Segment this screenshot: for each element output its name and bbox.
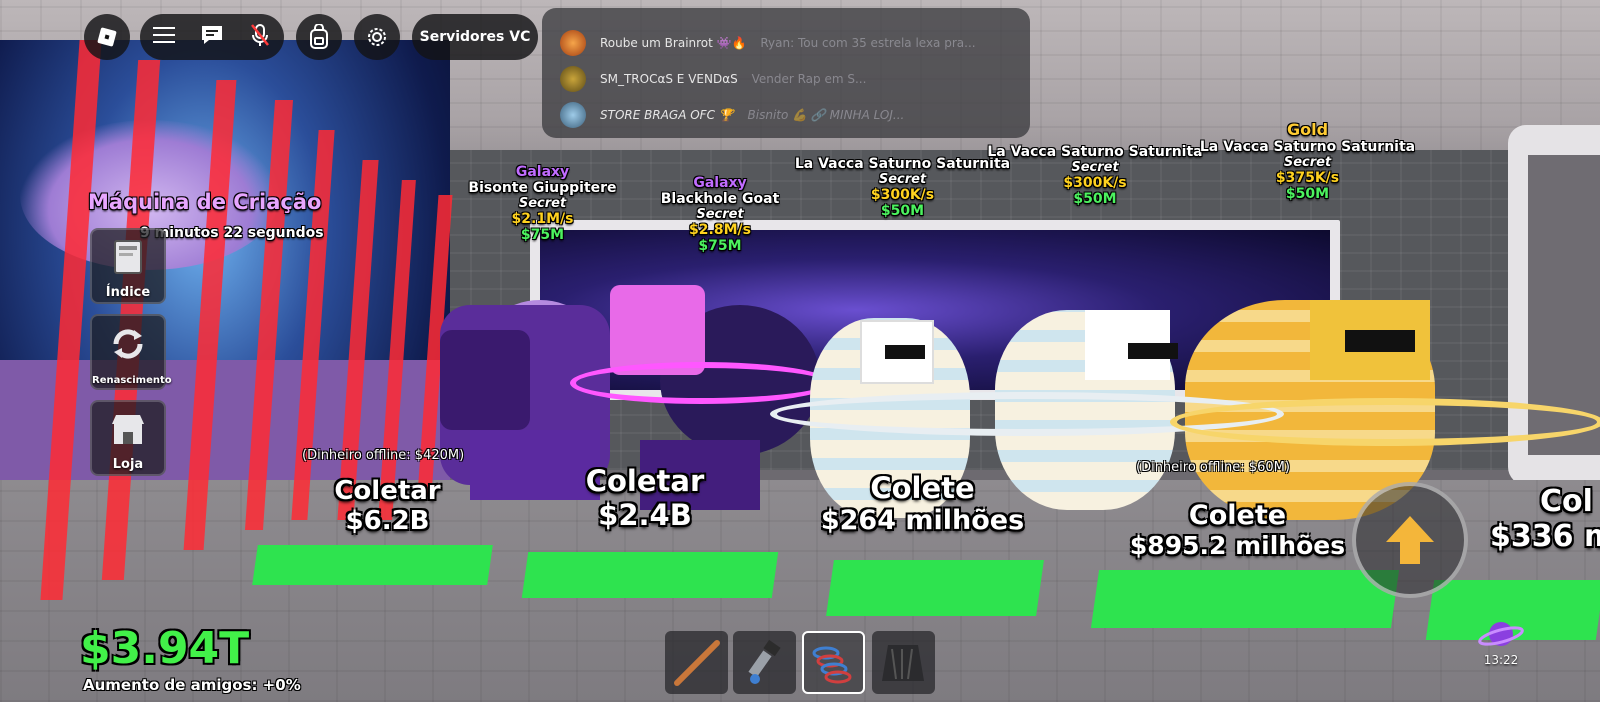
vc-servers-button[interactable]: Servidores VC [412,14,538,60]
collect-value: $264 milhões [820,505,1025,536]
roblox-menu-button[interactable] [84,14,130,60]
unit-price: $75M [698,238,742,254]
planet-icon [1478,622,1524,646]
backpack-icon [310,24,328,49]
hamburger-icon[interactable] [152,26,175,48]
unit-rate: $375K/s [1275,170,1340,186]
index-label: Índice [105,285,151,300]
hotbar-slot-coil[interactable] [802,631,865,694]
chat-avatar [560,102,586,128]
machine-timer: 9 minutos 22 segundos [140,225,324,241]
collect-label-text: Colete [1188,500,1287,531]
collect-label[interactable]: Col $336 m [1490,484,1600,554]
collect-value: $2.4B [598,498,692,532]
unit-rarity: Gold [1286,120,1329,139]
jump-button[interactable] [1352,482,1468,598]
settings-button[interactable] [354,14,400,60]
chat-text: Vender Rap em S... [751,72,867,86]
collect-pad[interactable] [252,545,493,585]
chat-text: Ryan: Tou com 35 estrela lexa pra... [760,36,976,50]
saturn-ring-model [1170,398,1600,446]
money-counter: $3.94T [80,623,250,674]
up-arrow-icon [1386,516,1434,564]
index-button[interactable]: Índice [90,228,166,304]
grapple-gun-icon [748,639,781,684]
sunglasses-model [1128,343,1178,359]
speed-coil-icon [812,646,852,684]
rebirth-label: Renascimento [92,375,172,386]
chat-message[interactable]: SM_TROCαS E VENDαS Vender Rap em S... [600,72,866,86]
chat-panel[interactable]: Roube um Brainrot 👾🔥 Ryan: Tou com 35 es… [542,8,1030,138]
collect-pad[interactable] [1090,570,1400,628]
clock-label: 13:22 [1483,653,1519,667]
hotbar-slot-grapple[interactable] [733,631,796,694]
collect-label-text: Colete [870,471,975,505]
collect-label-text: Coletar [585,464,705,498]
chat-sender: Roube um Brainrot 👾🔥 [600,36,747,50]
cloak-icon [882,645,924,681]
chat-message[interactable]: STORE BRAGA OFC 🏆 Bisnito 💪 🔗 MINHA LOJ.… [600,108,904,122]
machine-title: Máquina de Criação [88,190,322,214]
bat-icon [674,640,720,686]
backpack-button[interactable] [296,14,342,60]
sunglasses-model [1345,330,1415,352]
goat-ring-model [570,362,832,404]
chat-message[interactable]: Roube um Brainrot 👾🔥 Ryan: Tou com 35 es… [600,36,976,50]
chat-sender: STORE BRAGA OFC 🏆 [600,108,734,122]
friend-boost-label: Aumento de amigos: +0% [83,676,301,694]
mic-muted-icon[interactable] [249,23,271,51]
shop-icon [112,415,144,444]
topbar-controls [140,14,284,60]
collect-label-text: Coletar [334,476,441,506]
bison-head-model [440,330,530,430]
hotbar-slot-cloak[interactable] [872,631,935,694]
collect-value: $6.2B [345,506,430,536]
gear-icon [368,28,386,46]
unit-label-5: Gold La Vacca Saturno Saturnita Secret $… [1175,120,1440,202]
collect-pad[interactable] [521,552,779,598]
collect-value: $895.2 milhões [1129,531,1346,560]
collect-label[interactable]: Colete $895.2 milhões [1125,500,1350,560]
collect-label[interactable]: Coletar $6.2B [320,476,455,536]
chat-bubble-icon[interactable] [200,24,224,50]
unit-rate: $2.8M/s [689,222,751,238]
shop-label: Loja [112,457,144,472]
roblox-logo-icon [97,27,117,47]
chat-avatar [560,30,586,56]
collect-pad[interactable] [826,560,1044,616]
vc-servers-label: Servidores VC [419,29,531,45]
rebirth-arrows-icon [113,329,143,359]
collect-label[interactable]: Colete $264 milhões [815,471,1030,536]
shop-button[interactable]: Loja [90,400,166,476]
collect-label[interactable]: Coletar $2.4B [575,464,715,532]
hotbar-slot-bat[interactable] [665,631,728,694]
chat-avatar [560,66,586,92]
unit-name: La Vacca Saturno Saturnita [1199,139,1416,155]
book-icon [114,240,142,274]
sunglasses-model [885,345,925,359]
collect-value: $336 m [1490,519,1600,554]
unit-tier: Secret [1283,155,1332,170]
offline-money-label: (Dinheiro offline: $420M) [302,448,465,463]
offline-money-label: (Dinheiro offline: $60M) [1136,460,1290,475]
rebirth-button[interactable]: Renascimento [90,314,172,390]
chat-text: Bisnito 💪 🔗 MINHA LOJ... [747,108,905,122]
unit-price: $50M [1285,186,1330,202]
collect-label-text: Col [1540,484,1593,519]
chat-sender: SM_TROCαS E VENDαS [600,72,738,86]
